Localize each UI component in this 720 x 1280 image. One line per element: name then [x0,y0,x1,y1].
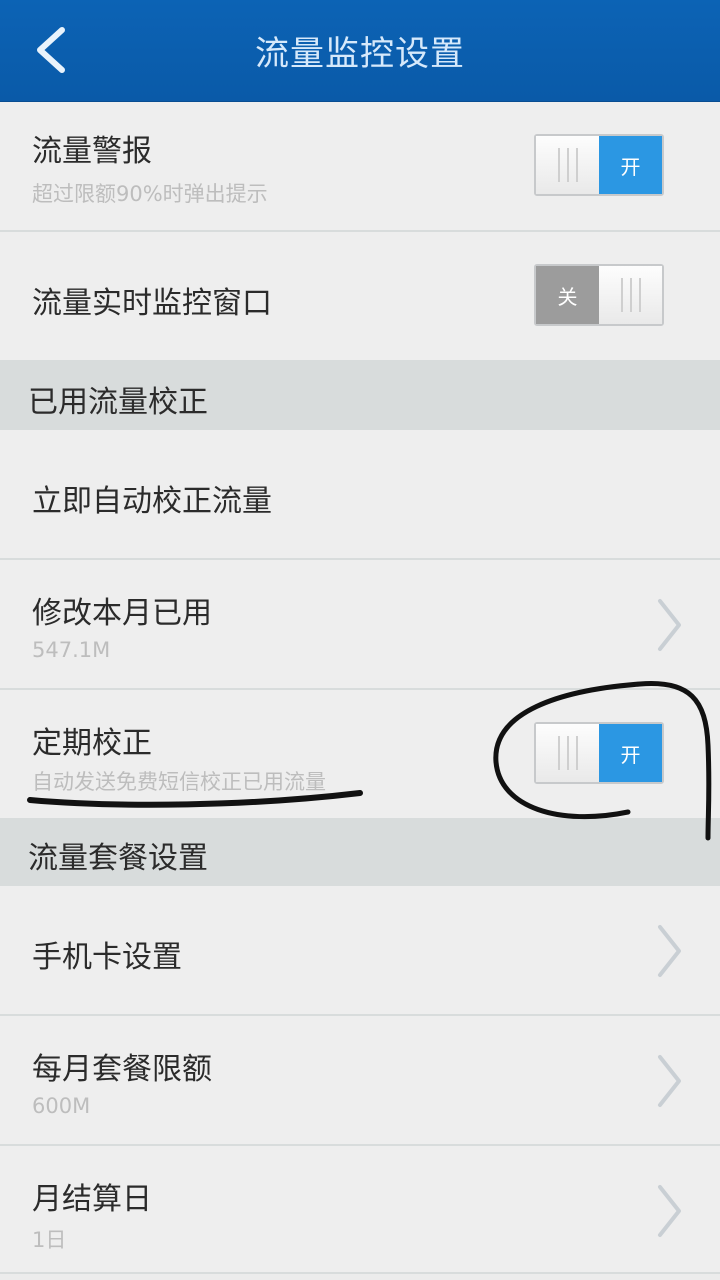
row-title: 月结算日 [32,1182,152,1217]
row-title: 手机卡设置 [32,940,182,975]
section-header-plan-settings: 流量套餐设置 [0,818,720,886]
section-label: 流量套餐设置 [28,841,208,876]
page-title: 流量监控设置 [255,34,465,74]
row-value: 600M [32,1094,91,1118]
row-realtime-window[interactable]: 流量实时监控窗口 关 [0,232,720,362]
row-value: 1日 [32,1228,67,1252]
section-header-used-correction: 已用流量校正 [0,362,720,430]
row-auto-correct-now[interactable]: 立即自动校正流量 [0,430,720,560]
row-title: 每月套餐限额 [32,1052,212,1087]
row-subtitle: 自动发送免费短信校正已用流量 [32,770,326,794]
toggle-on-label: 开 [599,136,662,194]
chevron-right-icon [658,1055,681,1107]
row-periodic-correct[interactable]: 定期校正 自动发送免费短信校正已用流量 开 [0,690,720,820]
row-title: 修改本月已用 [32,596,212,631]
section-label: 已用流量校正 [28,385,208,420]
periodic-correct-toggle[interactable]: 开 [534,722,664,784]
chevron-right-icon [658,1185,681,1237]
row-value: 547.1M [32,638,111,662]
toggle-off-label: 关 [536,266,599,324]
toggle-grip [599,266,662,324]
row-title: 定期校正 [32,726,152,761]
chevron-right-icon [658,599,681,651]
row-subtitle: 超过限额90%时弹出提示 [32,182,268,206]
toggle-grip [536,724,599,782]
row-modify-used[interactable]: 修改本月已用 547.1M [0,560,720,690]
row-title: 立即自动校正流量 [32,484,272,519]
row-sim-settings[interactable]: 手机卡设置 [0,886,720,1016]
chevron-right-icon [658,925,681,977]
row-billing-day[interactable]: 月结算日 1日 [0,1146,720,1274]
toggle-on-label: 开 [599,724,662,782]
row-title: 流量警报 [32,134,152,169]
row-monthly-limit[interactable]: 每月套餐限额 600M [0,1016,720,1146]
app-header: 流量监控设置 [0,0,720,102]
toggle-grip [536,136,599,194]
realtime-window-toggle[interactable]: 关 [534,264,664,326]
row-title: 流量实时监控窗口 [32,286,272,321]
row-traffic-alert[interactable]: 流量警报 超过限额90%时弹出提示 开 [0,102,720,232]
traffic-alert-toggle[interactable]: 开 [534,134,664,196]
